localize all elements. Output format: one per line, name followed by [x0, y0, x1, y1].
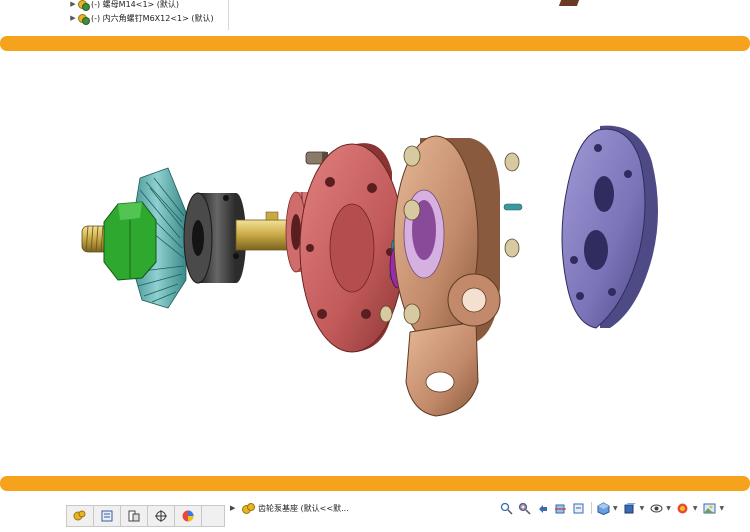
pump-housing[interactable]: [393, 135, 501, 417]
chevron-down-icon[interactable]: ▼: [613, 505, 618, 512]
orange-divider-bar: [0, 36, 750, 51]
exploded-assembly-model[interactable]: [0, 52, 750, 474]
tab-feature-manager[interactable]: [67, 506, 94, 526]
display-style-icon: [624, 502, 637, 513]
toolbar-separator: [591, 502, 592, 514]
breadcrumb-assembly-label: 齿轮泵基座 (默认<<默...: [258, 503, 349, 513]
zoom-to-fit-icon: [500, 502, 513, 515]
expand-arrow-icon[interactable]: ▶: [68, 0, 78, 8]
chevron-down-icon[interactable]: ▼: [720, 505, 725, 512]
zoom-to-fit-button[interactable]: [498, 501, 514, 515]
edit-appearance-button[interactable]: [675, 501, 691, 515]
view-orientation-button[interactable]: [595, 501, 611, 515]
part-icon: [78, 0, 90, 11]
dynamic-annotation-button[interactable]: [570, 501, 586, 515]
top-cropped-strip: ▶ (-) 螺母M14<1> (默认) ▶ (-) 内六角螺钉M6X12<1> …: [0, 0, 750, 34]
model-fragment: [558, 0, 580, 6]
display-manager-icon: [182, 510, 194, 522]
tree-item-label: (-) 内六角螺钉M6X12<1> (默认): [91, 13, 214, 23]
feature-tree-panel: ▶ (-) 螺母M14<1> (默认) ▶ (-) 内六角螺钉M6X12<1> …: [68, 0, 229, 30]
edit-appearance-icon: [677, 503, 688, 513]
breadcrumb[interactable]: ▶ 齿轮泵基座 (默认<<默...: [230, 501, 349, 515]
hide-show-items-icon: [650, 504, 663, 512]
tree-item-socket-screw[interactable]: ▶ (-) 内六角螺钉M6X12<1> (默认): [68, 11, 214, 25]
tree-item-nut[interactable]: ▶ (-) 螺母M14<1> (默认): [68, 0, 179, 11]
tab-display-manager[interactable]: [175, 506, 202, 526]
tab-property-manager[interactable]: [94, 506, 121, 526]
expand-arrow-icon[interactable]: ▶: [230, 504, 242, 512]
hex-nut[interactable]: [103, 201, 157, 281]
dowel-pin[interactable]: [503, 203, 523, 211]
assembly-icon: [242, 503, 255, 514]
rear-cover-plate[interactable]: [561, 125, 658, 329]
previous-view-button[interactable]: [534, 501, 550, 515]
view-orientation-icon: [597, 501, 609, 515]
section-view-icon: [554, 504, 566, 513]
tab-configuration-manager[interactable]: [121, 506, 148, 526]
graphics-viewport[interactable]: [0, 52, 750, 474]
zoom-to-area-icon: [518, 502, 531, 515]
dimxpert-manager-icon: [155, 510, 167, 522]
tree-item-label: (-) 螺母M14<1> (默认): [91, 0, 180, 9]
heads-up-view-toolbar: ▼ ▼ ▼ ▼ ▼: [498, 500, 728, 516]
hide-show-items-button[interactable]: [648, 501, 664, 515]
section-view-button[interactable]: [552, 501, 568, 515]
bottom-toolbar-strip: ▶ 齿轮泵基座 (默认<<默... ▼ ▼ ▼ ▼ ▼: [0, 493, 750, 532]
configuration-manager-icon: [128, 510, 140, 522]
zoom-to-area-button[interactable]: [516, 501, 532, 515]
tab-dimxpert-manager[interactable]: [148, 506, 175, 526]
property-manager-icon: [101, 510, 113, 522]
display-style-button[interactable]: [622, 501, 638, 515]
expand-arrow-icon[interactable]: ▶: [68, 14, 78, 22]
manager-tabs: [66, 505, 225, 527]
previous-view-icon: [538, 504, 547, 513]
feature-manager-icon: [73, 510, 86, 521]
part-icon: [78, 13, 90, 25]
apply-scene-button[interactable]: [702, 501, 718, 515]
chevron-down-icon[interactable]: ▼: [693, 505, 698, 512]
orange-divider-bar: [0, 476, 750, 491]
apply-scene-icon: [703, 503, 716, 513]
chevron-down-icon[interactable]: ▼: [640, 505, 645, 512]
chevron-down-icon[interactable]: ▼: [666, 505, 671, 512]
dynamic-annotation-icon: [573, 503, 583, 513]
